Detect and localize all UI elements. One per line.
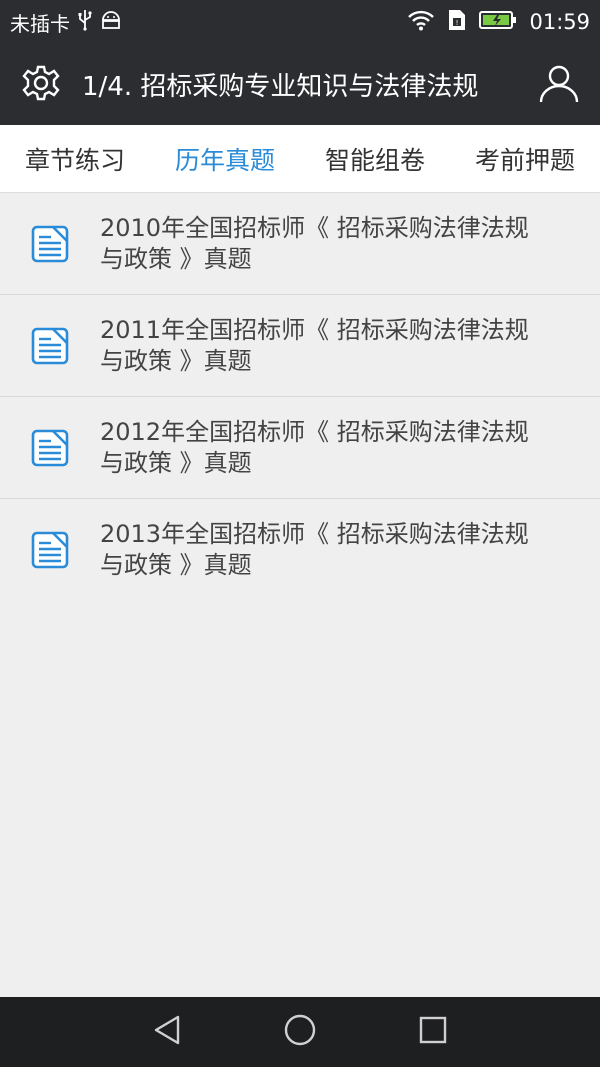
- list-item-title: 2013年全国招标师《 招标采购法律法规 与政策 》真题: [100, 519, 600, 581]
- tab-past-exams[interactable]: 历年真题: [169, 141, 281, 177]
- list-item-line2: 与政策 》真题: [100, 448, 252, 477]
- list-item-title: 2011年全国招标师《 招标采购法律法规 与政策 》真题: [100, 315, 600, 377]
- tab-smart-paper[interactable]: 智能组卷: [319, 141, 431, 177]
- settings-button[interactable]: [0, 44, 82, 125]
- battery-charging-icon: [479, 10, 517, 35]
- back-icon: [152, 1014, 182, 1050]
- list-item-line2: 与政策 》真题: [100, 346, 252, 375]
- status-bar: 未插卡 ! 01:59: [0, 0, 600, 44]
- list-item-line1: 2012年全国招标师《 招标采购法律法规: [100, 417, 529, 446]
- recents-icon: [418, 1015, 448, 1049]
- tab-pre-exam[interactable]: 考前押题: [469, 141, 581, 177]
- document-icon: [0, 531, 100, 569]
- list-item[interactable]: 2013年全国招标师《 招标采购法律法规 与政策 》真题: [0, 499, 600, 601]
- back-button[interactable]: [137, 1002, 197, 1062]
- document-icon: [0, 429, 100, 467]
- list-item-line1: 2013年全国招标师《 招标采购法律法规: [100, 520, 529, 548]
- sim-icon: !: [447, 9, 467, 36]
- list-item-title: 2012年全国招标师《 招标采购法律法规 与政策 》真题: [100, 417, 600, 479]
- system-nav-bar: [0, 997, 600, 1067]
- list-item-line1: 2011年全国招标师《 招标采购法律法规: [100, 315, 529, 344]
- document-icon: [0, 225, 100, 263]
- status-left: 未插卡: [10, 8, 122, 37]
- app-bar: 1/4. 招标采购专业知识与法律法规: [0, 44, 600, 125]
- user-button[interactable]: [518, 44, 600, 125]
- home-button[interactable]: [270, 1002, 330, 1062]
- svg-text:!: !: [456, 19, 459, 27]
- list-item[interactable]: 2012年全国招标师《 招标采购法律法规 与政策 》真题: [0, 397, 600, 499]
- carrier-text: 未插卡: [10, 11, 70, 36]
- list-item[interactable]: 2011年全国招标师《 招标采购法律法规 与政策 》真题: [0, 295, 600, 397]
- user-icon: [538, 62, 580, 108]
- status-right: ! 01:59: [407, 9, 590, 36]
- tab-chapter-practice[interactable]: 章节练习: [19, 141, 131, 177]
- usb-icon: [78, 9, 92, 36]
- clock-time: 01:59: [529, 10, 590, 34]
- list-item-line1: 2010年全国招标师《 招标采购法律法规: [100, 213, 529, 242]
- list-item[interactable]: 2010年全国招标师《 招标采购法律法规 与政策 》真题: [0, 193, 600, 295]
- list-item-line2: 与政策 》真题: [100, 551, 252, 579]
- app-title: 1/4. 招标采购专业知识与法律法规: [82, 72, 479, 102]
- android-debug-icon: [100, 10, 122, 35]
- list-item-line2: 与政策 》真题: [100, 244, 252, 273]
- exam-list: 2010年全国招标师《 招标采购法律法规 与政策 》真题 2011年全国招标师《…: [0, 193, 600, 601]
- home-icon: [283, 1013, 317, 1051]
- gear-icon: [22, 64, 60, 106]
- wifi-icon: [407, 9, 435, 36]
- recents-button[interactable]: [403, 1002, 463, 1062]
- list-item-title: 2010年全国招标师《 招标采购法律法规 与政策 》真题: [100, 213, 600, 275]
- document-icon: [0, 327, 100, 365]
- tab-bar: 章节练习 历年真题 智能组卷 考前押题: [0, 125, 600, 193]
